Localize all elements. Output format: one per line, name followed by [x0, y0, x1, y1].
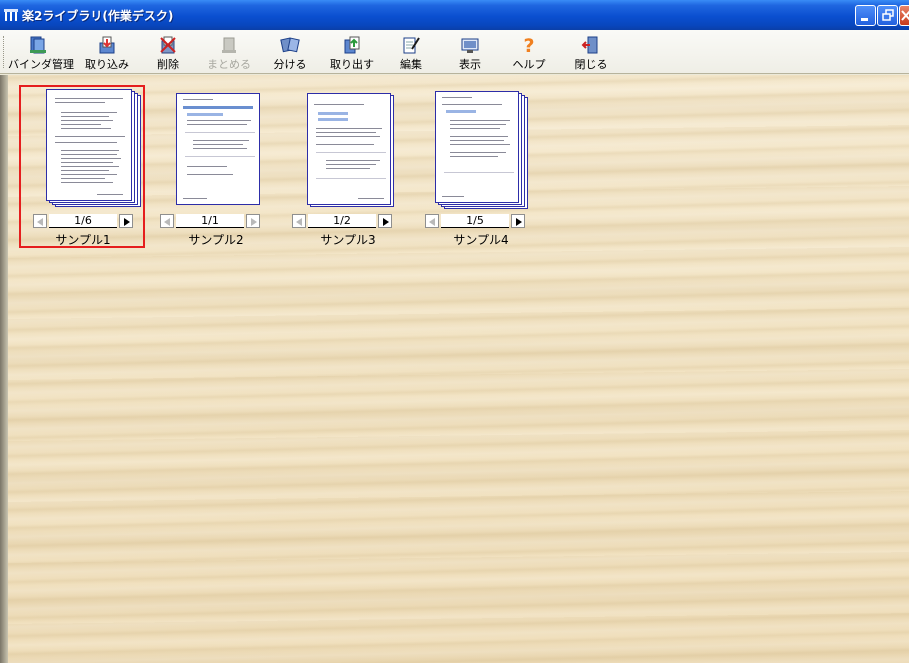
merge-label: まとめる: [207, 58, 251, 71]
binder-icon: [30, 36, 46, 54]
toolbar: バインダ管理 取り込み 削除 まとめる 分ける 取り出す 編集 表示 ? ヘルプ…: [0, 30, 909, 74]
book-item[interactable]: 1/5 サンプル4: [419, 87, 543, 247]
help-button[interactable]: ? ヘルプ: [509, 33, 549, 71]
right-arrow-icon: [383, 218, 389, 226]
binder-manage-button[interactable]: バインダ管理: [8, 33, 74, 71]
desk-left-edge: [0, 75, 8, 663]
merge-icon: [222, 37, 236, 53]
page-navigator: 1/6: [33, 214, 137, 229]
edit-label: 編集: [400, 58, 422, 71]
close-door-icon: [581, 36, 598, 54]
restore-icon: [882, 9, 894, 21]
prev-page-button[interactable]: [292, 214, 306, 228]
import-label: 取り込み: [85, 58, 129, 71]
close-window-button[interactable]: [899, 5, 909, 26]
next-page-button[interactable]: [511, 214, 525, 228]
page-thumbnail[interactable]: [307, 93, 391, 205]
minimize-button[interactable]: [855, 5, 876, 26]
delete-icon: [160, 36, 176, 54]
book-item[interactable]: 1/2 サンプル3: [286, 87, 410, 247]
split-icon: [280, 37, 300, 53]
minimize-icon: [861, 18, 868, 21]
page-navigator: 1/5: [425, 214, 529, 229]
view-button[interactable]: 表示: [452, 33, 488, 71]
left-arrow-icon: [164, 218, 170, 226]
edit-icon: [403, 37, 420, 54]
merge-button[interactable]: まとめる: [205, 33, 253, 71]
work-desk[interactable]: 1/6 サンプル1 1/1 サンプル2 1/2 サンプル3 1/5 サンプル4: [8, 75, 909, 663]
page-indicator: 1/1: [176, 214, 244, 228]
book-item[interactable]: 1/6 サンプル1: [19, 85, 145, 248]
restore-button[interactable]: [877, 5, 898, 26]
right-arrow-icon: [251, 218, 257, 226]
left-arrow-icon: [296, 218, 302, 226]
title-bar[interactable]: 楽2ライブラリ(作業デスク): [0, 0, 909, 30]
library-app-icon: [4, 9, 18, 21]
right-arrow-icon: [516, 218, 522, 226]
prev-page-button[interactable]: [425, 214, 439, 228]
import-button[interactable]: 取り込み: [82, 33, 132, 71]
close-app-button[interactable]: 閉じる: [571, 33, 611, 71]
help-label: ヘルプ: [512, 58, 546, 71]
book-name: サンプル3: [320, 233, 376, 247]
book-item[interactable]: 1/1 サンプル2: [154, 87, 278, 247]
page-indicator: 1/5: [441, 214, 509, 228]
close-app-label: 閉じる: [574, 58, 608, 71]
page-indicator: 1/6: [49, 214, 117, 228]
edit-button[interactable]: 編集: [393, 33, 429, 71]
next-page-button[interactable]: [378, 214, 392, 228]
page-indicator: 1/2: [308, 214, 376, 228]
page-thumbnail[interactable]: [46, 89, 132, 201]
left-arrow-icon: [429, 218, 435, 226]
binder-manage-label: バインダ管理: [8, 58, 74, 71]
toolbar-grip[interactable]: [3, 36, 7, 68]
split-label: 分ける: [273, 58, 307, 71]
left-arrow-icon: [37, 218, 43, 226]
close-icon: [901, 10, 909, 21]
prev-page-button[interactable]: [33, 214, 47, 228]
import-icon: [99, 36, 115, 54]
next-page-button[interactable]: [119, 214, 133, 228]
book-name: サンプル1: [55, 233, 111, 247]
page-navigator: 1/2: [292, 214, 396, 229]
page-thumbnail[interactable]: [435, 91, 519, 203]
right-arrow-icon: [124, 218, 130, 226]
book-name: サンプル2: [188, 233, 244, 247]
prev-page-button[interactable]: [160, 214, 174, 228]
page-thumbnail[interactable]: [176, 93, 260, 205]
window-title: 楽2ライブラリ(作業デスク): [22, 9, 174, 23]
delete-button[interactable]: 削除: [148, 33, 188, 71]
svg-text:?: ?: [523, 35, 534, 55]
view-icon: [461, 38, 479, 53]
book-name: サンプル4: [453, 233, 509, 247]
split-button[interactable]: 分ける: [270, 33, 310, 71]
page-navigator: 1/1: [160, 214, 264, 229]
view-label: 表示: [459, 58, 481, 71]
delete-label: 削除: [157, 58, 179, 71]
extract-button[interactable]: 取り出す: [328, 33, 376, 71]
extract-icon: [344, 36, 360, 54]
next-page-button[interactable]: [246, 214, 260, 228]
extract-label: 取り出す: [330, 58, 374, 71]
help-icon: ?: [523, 35, 534, 55]
